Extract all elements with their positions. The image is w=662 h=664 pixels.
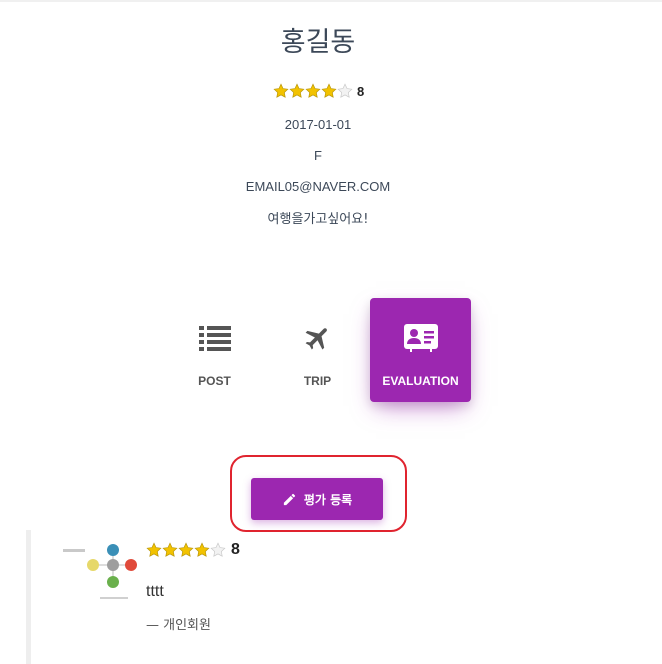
- pencil-icon: [283, 493, 295, 505]
- profile-rating-score: 8: [357, 83, 365, 99]
- tab-post[interactable]: POST: [164, 298, 265, 402]
- star-filled-icon: [178, 542, 194, 557]
- register-evaluation-button[interactable]: 평가 등록: [251, 478, 383, 520]
- profile-email: EMAIL05@NAVER.COM: [245, 179, 391, 194]
- review-text: tttt: [146, 583, 164, 600]
- profile-birthdate: 2017-01-01: [284, 117, 352, 132]
- profile-name: 홍길동: [280, 27, 356, 58]
- tab-evaluation[interactable]: EVALUATION: [370, 298, 471, 402]
- star-filled-icon: [321, 83, 337, 98]
- profile-stars: [273, 83, 353, 99]
- star-filled-icon: [305, 83, 321, 98]
- tab-post-label: POST: [198, 374, 231, 388]
- profile-rating: 8: [273, 82, 364, 100]
- star-filled-icon: [289, 83, 305, 98]
- top-divider: [0, 0, 662, 2]
- star-empty-icon: [337, 83, 353, 98]
- review-rating-score: 8: [231, 541, 240, 558]
- review-item: 8 tttt — 개인회원: [26, 530, 626, 664]
- list-icon: [198, 322, 231, 354]
- review-quote-bar: [26, 530, 31, 664]
- review-author: — 개인회원: [146, 618, 211, 633]
- star-empty-icon: [210, 542, 226, 557]
- review-thumbnail: [56, 540, 138, 610]
- review-rating: 8: [146, 541, 240, 559]
- tab-trip[interactable]: TRIP: [267, 298, 368, 402]
- star-filled-icon: [273, 83, 289, 98]
- id-card-icon: [403, 322, 438, 354]
- tab-evaluation-label: EVALUATION: [382, 374, 459, 388]
- star-filled-icon: [194, 542, 210, 557]
- star-filled-icon: [162, 542, 178, 557]
- profile-intro: 여행을가고싶어요!: [267, 212, 369, 227]
- star-filled-icon: [146, 542, 162, 557]
- airplane-icon: [303, 322, 333, 354]
- profile-gender: F: [314, 148, 322, 163]
- register-evaluation-label: 평가 등록: [303, 492, 353, 507]
- tab-trip-label: TRIP: [303, 374, 332, 388]
